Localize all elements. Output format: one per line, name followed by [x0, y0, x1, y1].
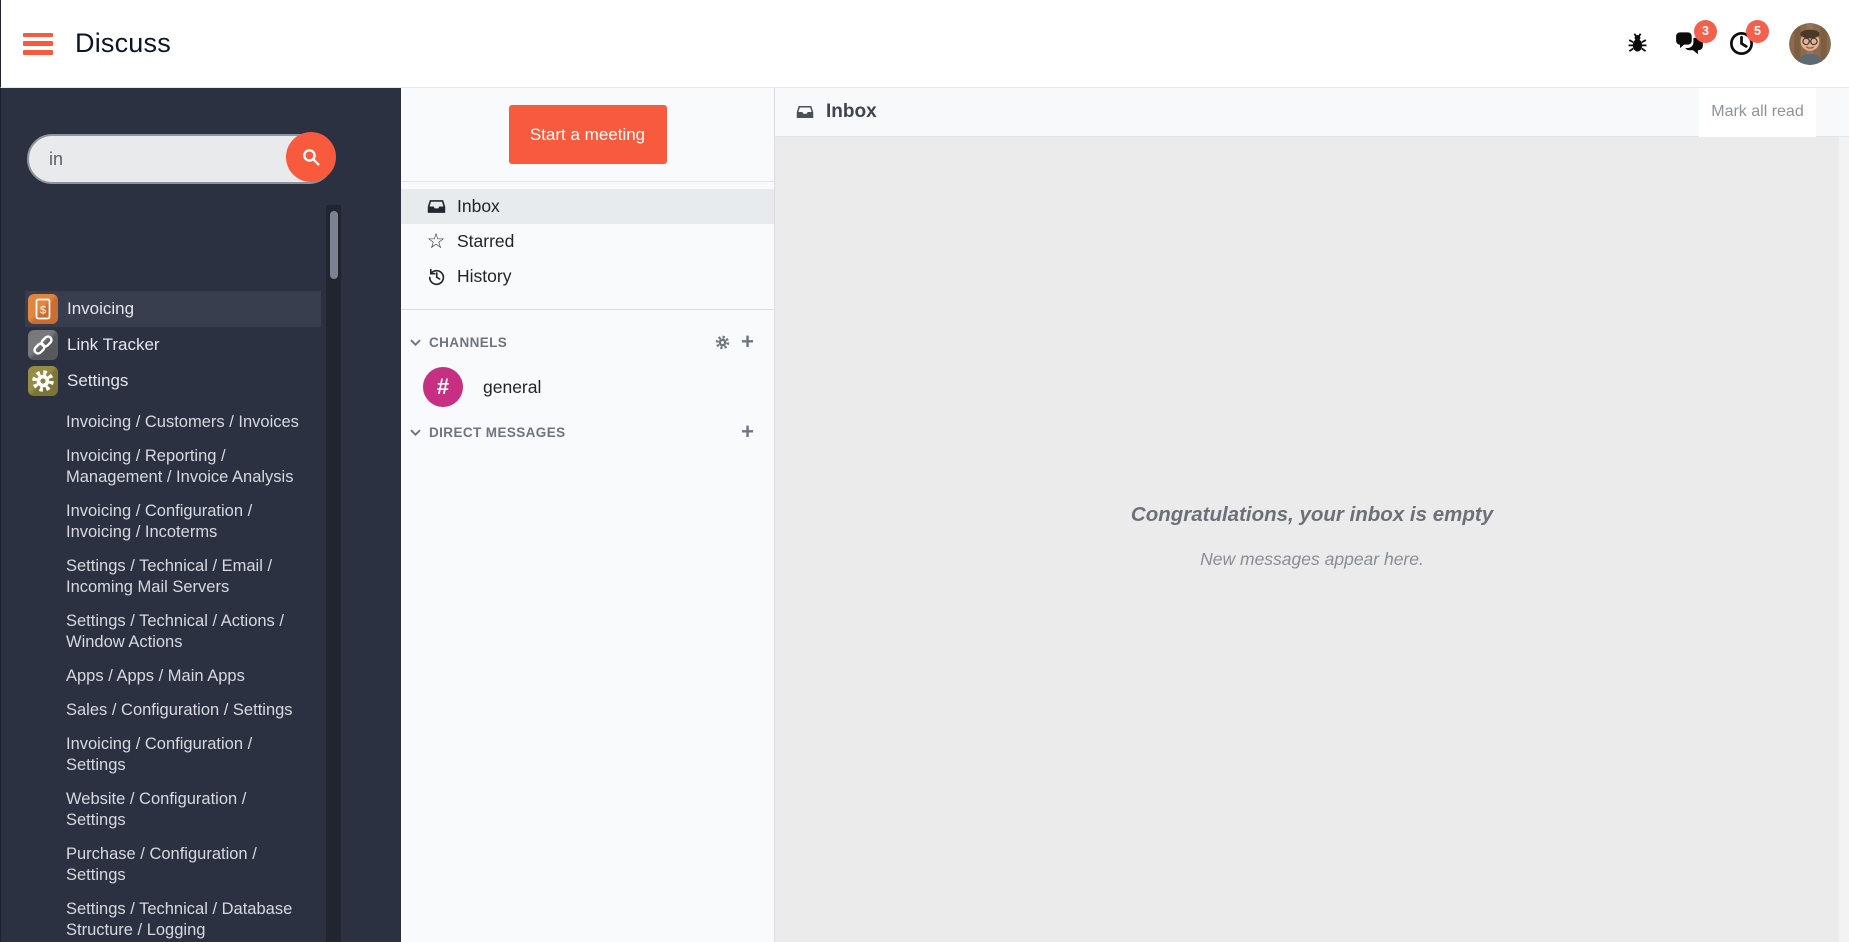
menu-path-item[interactable]: Purchase / Configuration / Settings — [66, 844, 304, 886]
mailboxes-list: Inbox ☆ Starred History — [401, 189, 774, 310]
activities-count-badge: 5 — [1746, 19, 1769, 43]
channels-section-title: CHANNELS — [429, 334, 508, 350]
empty-state-subtitle: New messages appear here. — [1200, 549, 1424, 569]
channel-item-general[interactable]: # general — [401, 363, 774, 411]
thread-content: Inbox Mark all read Congratulations, you… — [775, 87, 1849, 942]
invoicing-app-icon: $ — [28, 294, 58, 324]
channel-name: general — [483, 376, 542, 397]
sidebar-scrollbar-track[interactable] — [326, 205, 341, 942]
topbar-right: 3 5 — [1615, 19, 1831, 66]
direct-messages-section-title: DIRECT MESSAGES — [429, 424, 566, 440]
link-tracker-app-icon — [28, 330, 58, 360]
search-button[interactable] — [286, 132, 336, 182]
menu-path-item[interactable]: Invoicing / Configuration / Invoicing / … — [66, 501, 304, 543]
menu-path-item[interactable]: Settings / Technical / Email / Incoming … — [66, 556, 304, 598]
app-title[interactable]: Discuss — [75, 28, 171, 59]
add-direct-message-icon[interactable]: + — [741, 421, 754, 443]
menu-path-item[interactable]: Settings / Technical / Actions / Window … — [66, 611, 304, 653]
mailbox-label: Starred — [457, 231, 515, 251]
channel-settings-gear-icon[interactable] — [714, 334, 731, 351]
empty-state-title: Congratulations, your inbox is empty — [1130, 503, 1494, 526]
messages-icon[interactable]: 3 — [1667, 19, 1717, 66]
inbox-icon — [426, 197, 446, 217]
channel-hash-icon: # — [423, 367, 463, 407]
discuss-sidebar-panel: Start a meeting Inbox ☆ Starred History … — [401, 88, 775, 942]
svg-text:$: $ — [40, 305, 46, 317]
discuss-app: Discuss 3 5 in $ Invoicing Link Tracker … — [0, 0, 1849, 942]
sidebar-results-list: $ Invoicing Link Tracker Settings Invoic… — [1, 291, 323, 942]
menu-path-item[interactable]: Apps / Apps / Main Apps — [66, 666, 304, 687]
menu-path-item[interactable]: Settings / Technical / Database Structur… — [66, 899, 304, 941]
thread-header: Inbox Mark all read — [775, 87, 1849, 137]
settings-app-icon — [28, 366, 58, 396]
inbox-icon — [796, 103, 814, 121]
sidebar-item-label: Invoicing — [67, 299, 135, 318]
add-channel-icon[interactable]: + — [741, 331, 754, 353]
sidebar-scrollbar-thumb[interactable] — [329, 211, 338, 279]
user-avatar[interactable] — [1789, 22, 1831, 65]
mailbox-history[interactable]: History — [401, 259, 774, 294]
history-icon — [426, 267, 446, 287]
menu-path-item[interactable]: Sales / Configuration / Settings — [66, 700, 304, 721]
top-navbar: Discuss 3 5 — [0, 0, 1849, 88]
search-icon — [300, 146, 322, 168]
menu-path-item[interactable]: Website / Configuration / Settings — [66, 789, 304, 831]
debug-bug-icon[interactable] — [1615, 22, 1659, 66]
sidebar-item-settings[interactable]: Settings — [25, 363, 321, 399]
activities-clock-icon[interactable]: 5 — [1719, 19, 1769, 66]
start-meeting-button[interactable]: Start a meeting — [508, 105, 667, 164]
sidebar-item-link-tracker[interactable]: Link Tracker — [25, 327, 321, 363]
apps-menu-icon[interactable] — [23, 32, 53, 55]
mailbox-label: Inbox — [457, 196, 500, 216]
meeting-block: Start a meeting — [401, 88, 774, 182]
channels-section-header: CHANNELS + — [401, 329, 774, 355]
menu-path-item[interactable]: Invoicing / Reporting / Management / Inv… — [66, 446, 304, 488]
apps-sidebar: $ Invoicing Link Tracker — [0, 88, 401, 942]
empty-inbox-state: Congratulations, your inbox is empty New… — [775, 503, 1849, 570]
sidebar-item-invoicing[interactable]: $ Invoicing — [25, 291, 321, 327]
thread-title: Inbox — [826, 101, 877, 122]
messages-count-badge: 3 — [1694, 19, 1717, 43]
mailbox-inbox[interactable]: Inbox — [401, 189, 774, 224]
menu-path-item[interactable]: Invoicing / Configuration / Settings — [66, 734, 304, 776]
content-scrollbar-track[interactable] — [1839, 137, 1849, 942]
menu-path-item[interactable]: Invoicing / Customers / Invoices — [66, 412, 304, 433]
star-icon: ☆ — [426, 229, 446, 253]
sidebar-item-label: Settings — [67, 371, 129, 390]
mailbox-label: History — [457, 266, 512, 286]
direct-messages-section-header: DIRECT MESSAGES + — [401, 419, 774, 445]
chevron-down-icon[interactable] — [410, 339, 421, 346]
sidebar-search — [27, 132, 336, 184]
mailbox-starred[interactable]: ☆ Starred — [401, 224, 774, 259]
sidebar-item-label: Link Tracker — [67, 335, 160, 354]
mark-all-read-button[interactable]: Mark all read — [1699, 87, 1816, 137]
chevron-down-icon[interactable] — [410, 429, 421, 436]
